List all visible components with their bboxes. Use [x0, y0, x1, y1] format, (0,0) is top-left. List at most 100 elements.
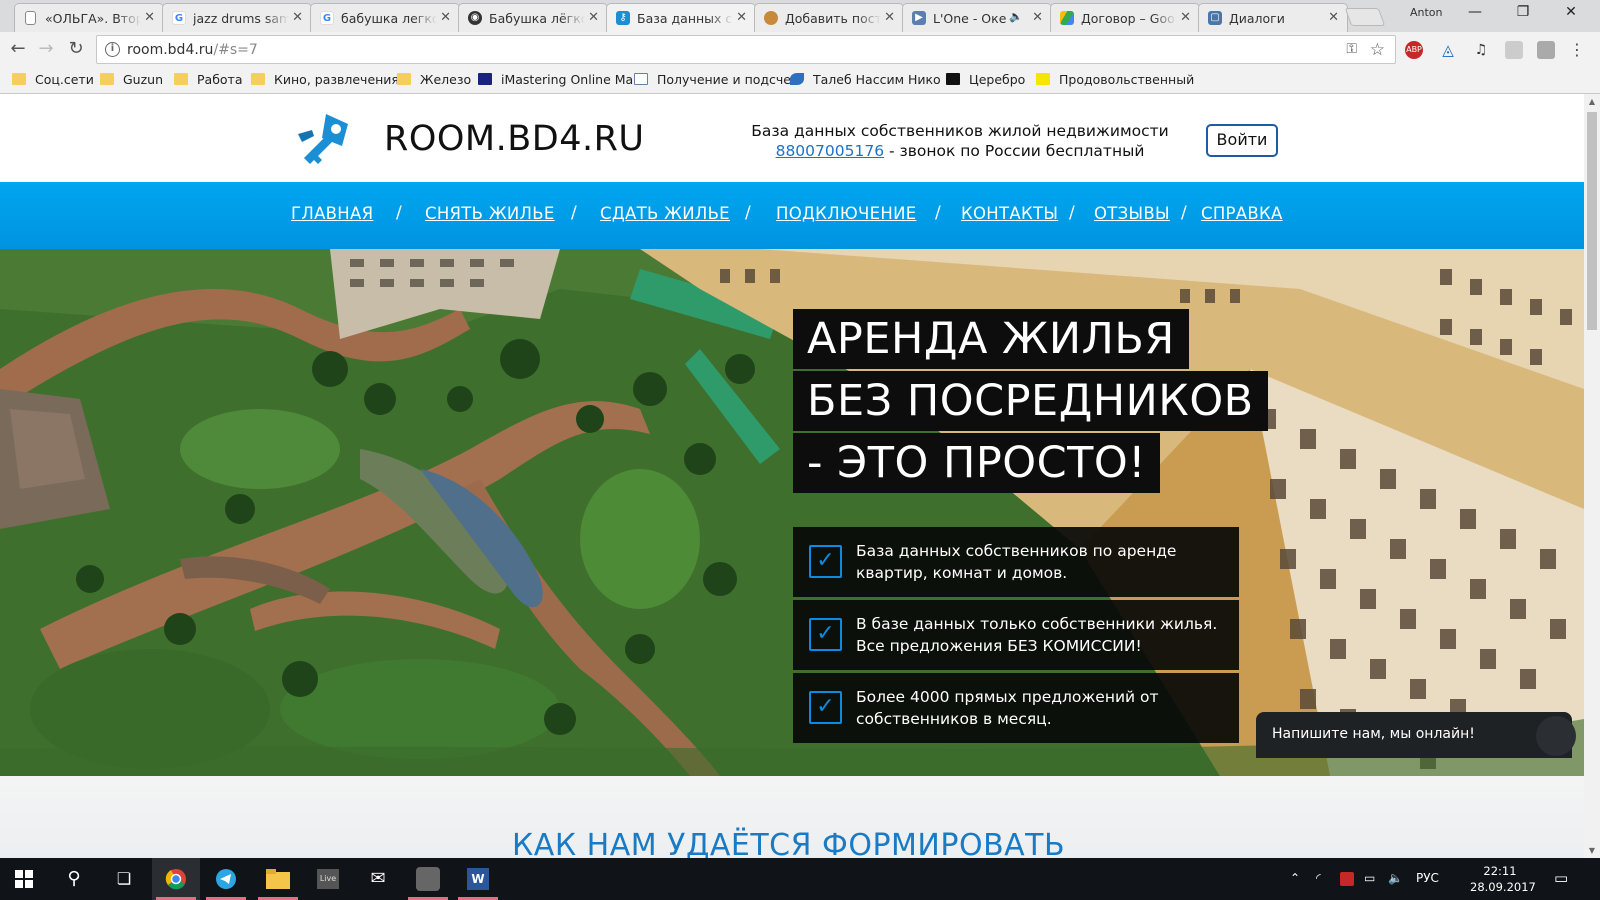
tab[interactable]: ◉ Бабушка лёгко ✕	[458, 3, 608, 32]
bookmark-item[interactable]: Церебро	[946, 72, 1025, 87]
tagline-text: База данных собственников жилой недвижим…	[751, 122, 1169, 140]
chevron-up-icon[interactable]: ⌃	[1290, 871, 1300, 885]
feature-text: В базе данных только собственники жилья.…	[856, 615, 1218, 655]
tab-title: Бабушка лёгко	[489, 11, 585, 26]
close-icon[interactable]: ✕	[1180, 10, 1191, 25]
battery-icon[interactable]: ▭	[1364, 871, 1375, 885]
login-button[interactable]: Войти	[1206, 124, 1278, 157]
extension-icon[interactable]	[1505, 41, 1523, 59]
bookmark-star-icon[interactable]: ☆	[1370, 40, 1385, 60]
tab[interactable]: ▢ Диалоги ✕	[1198, 3, 1348, 32]
reload-icon[interactable]: ↻	[66, 40, 86, 58]
google-icon: G	[172, 11, 186, 25]
camera-app-icon[interactable]	[404, 858, 452, 900]
chrome-icon[interactable]	[152, 858, 200, 900]
tab[interactable]: G бабушка легко ✕	[310, 3, 460, 32]
folder-icon	[12, 73, 26, 85]
tab[interactable]: Договор – Goo ✕	[1050, 3, 1200, 32]
nav-help[interactable]: СПРАВКА	[1201, 204, 1283, 223]
bookmark-item[interactable]: iMastering Online Ma	[478, 72, 633, 87]
tab[interactable]: Добавить пост ✕	[754, 3, 904, 32]
tab[interactable]: ▶ L'One - Оке 🔈 ✕	[902, 3, 1052, 32]
bookmark-item[interactable]: Железо	[397, 72, 471, 87]
url-text[interactable]: room.bd4.ru/#s=7	[127, 42, 258, 58]
extension-icon[interactable]	[1537, 41, 1555, 59]
tab-title: Диалоги	[1229, 11, 1285, 26]
explorer-icon[interactable]	[254, 858, 302, 900]
close-icon[interactable]: ✕	[884, 10, 895, 25]
close-icon[interactable]: ✕	[440, 10, 451, 25]
nav-home[interactable]: ГЛАВНАЯ	[291, 204, 373, 223]
live-icon[interactable]: Live	[304, 858, 352, 900]
close-icon[interactable]: ✕	[144, 10, 155, 25]
new-tab-button[interactable]	[1344, 8, 1386, 26]
address-bar[interactable]: i room.bd4.ru/#s=7 ⚿ ☆	[96, 35, 1396, 64]
nav-separator: /	[1069, 203, 1075, 223]
language-indicator[interactable]: РУС	[1416, 871, 1439, 885]
antivirus-icon[interactable]	[1340, 872, 1354, 886]
nav-connect[interactable]: ПОДКЛЮЧЕНИЕ	[776, 204, 916, 223]
telegram-icon[interactable]	[202, 858, 250, 900]
close-icon[interactable]: ✕	[1032, 10, 1043, 25]
site-brand[interactable]: ROOM.BD4.RU	[384, 119, 645, 159]
close-icon[interactable]: ✕	[736, 10, 747, 25]
key-icon[interactable]: ⚿	[1346, 41, 1357, 57]
site-header: ROOM.BD4.RU База данных собственников жи…	[0, 94, 1584, 182]
nav-contacts[interactable]: КОНТАКТЫ	[961, 204, 1058, 223]
folder-icon	[174, 73, 188, 85]
search-icon[interactable]: ⚲	[50, 858, 98, 900]
bookmark-item[interactable]: Кино, развлечения	[251, 72, 399, 87]
bookmark-item[interactable]: Guzun	[100, 72, 163, 87]
drive-icon	[1060, 11, 1074, 25]
nav-rent[interactable]: СНЯТЬ ЖИЛЬЕ	[425, 204, 555, 223]
back-icon[interactable]: ←	[8, 40, 28, 58]
bookmark-item[interactable]: Работа	[174, 72, 243, 87]
speaker-icon[interactable]: 🔈	[1009, 10, 1023, 23]
adblock-icon[interactable]: ABP	[1405, 41, 1423, 59]
checkbox-icon: ✓	[809, 691, 842, 724]
volume-icon[interactable]: 🔈	[1388, 871, 1403, 885]
start-icon[interactable]	[0, 858, 48, 900]
bookmark-item[interactable]: Соц.сети	[12, 72, 94, 87]
profile-name[interactable]: Anton	[1410, 6, 1443, 19]
task-view-icon[interactable]: ❏	[100, 858, 148, 900]
vpn-icon[interactable]: ◬	[1439, 41, 1457, 59]
minimize-icon[interactable]: —	[1452, 4, 1498, 20]
nav-let[interactable]: СДАТЬ ЖИЛЬЕ	[600, 204, 730, 223]
scroll-down-icon[interactable]: ▼	[1584, 846, 1600, 855]
close-icon[interactable]: ✕	[588, 10, 599, 25]
chat-bubble-icon[interactable]	[1536, 716, 1576, 756]
close-window-icon[interactable]: ✕	[1548, 4, 1594, 20]
tab[interactable]: G jazz drums sam ✕	[162, 3, 312, 32]
forward-icon[interactable]: →	[36, 40, 56, 58]
scrollbar-thumb[interactable]	[1587, 112, 1597, 330]
system-clock[interactable]: 22:11 28.09.2017	[1470, 863, 1536, 895]
notifications-icon[interactable]: ▭	[1554, 869, 1568, 887]
tagline-phone-note: - звонок по России бесплатный	[884, 142, 1145, 160]
nav-separator: /	[1181, 203, 1187, 223]
tab-title: База данных со	[637, 11, 733, 26]
menu-icon[interactable]: ⋮	[1568, 41, 1586, 59]
tab-title: Добавить пост	[785, 11, 881, 26]
music-icon[interactable]: ♫	[1472, 41, 1490, 59]
key-logo-icon[interactable]	[292, 110, 356, 168]
close-icon[interactable]: ✕	[292, 10, 303, 25]
tab[interactable]: «ОЛЬГА». Втор ✕	[14, 3, 164, 32]
close-icon[interactable]: ✕	[1328, 10, 1339, 25]
scroll-up-icon[interactable]: ▲	[1584, 97, 1600, 106]
phone-link[interactable]: 88007005176	[776, 142, 884, 160]
bookmark-item[interactable]: Талеб Нассим Нико	[790, 72, 941, 87]
tab-active[interactable]: ⚷ База данных со ✕	[606, 3, 756, 32]
word-icon[interactable]: W	[454, 858, 502, 900]
page-icon	[634, 73, 648, 85]
info-icon[interactable]: i	[105, 42, 120, 57]
chat-widget[interactable]: Напишите нам, мы онлайн!	[1256, 712, 1576, 758]
wifi-icon[interactable]: ◜	[1316, 871, 1321, 885]
page-scrollbar[interactable]: ▲ ▼	[1584, 94, 1600, 858]
mail-icon[interactable]: ✉	[354, 858, 402, 900]
nav-reviews[interactable]: ОТЗЫВЫ	[1094, 204, 1170, 223]
hero-headline-line: - ЭТО ПРОСТО!	[793, 433, 1160, 493]
bookmark-item[interactable]: Получение и подсче	[634, 72, 791, 87]
maximize-icon[interactable]: ❐	[1500, 4, 1546, 20]
bookmark-item[interactable]: Продовольственный	[1036, 72, 1194, 87]
